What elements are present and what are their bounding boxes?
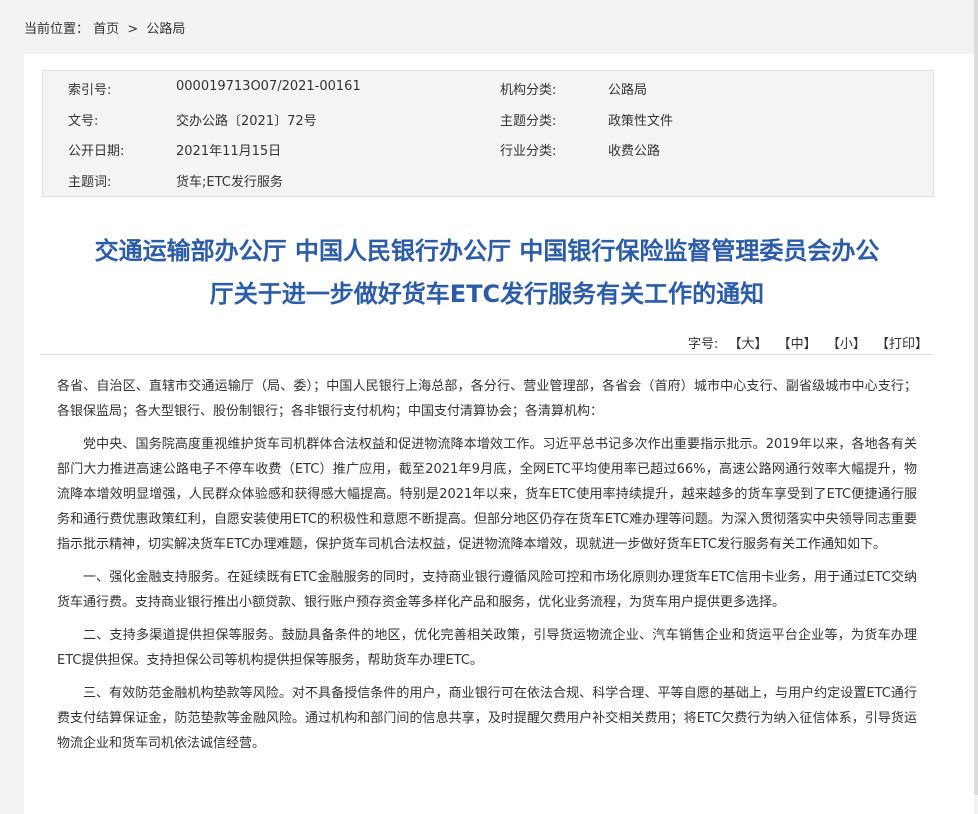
- industry-label: 行业分类:: [500, 144, 557, 159]
- industry-value: 收费公路: [608, 144, 661, 159]
- index-value: 000019713O07/2021-00161: [176, 79, 361, 94]
- document-panel: 索引号: 000019713O07/2021-00161 机构分类: 公路局 文…: [24, 54, 974, 814]
- document-body: 各省、自治区、直辖市交通运输厅（局、委）；中国人民银行上海总部，各分行、营业管理…: [57, 374, 917, 764]
- publish-date-value: 2021年11月15日: [176, 144, 282, 159]
- publish-date-label: 公开日期:: [68, 144, 125, 159]
- index-label: 索引号:: [68, 83, 112, 98]
- title-line-2: 厅关于进一步做好货车ETC发行服务有关工作的通知: [209, 280, 765, 308]
- metadata-table: 索引号: 000019713O07/2021-00161 机构分类: 公路局 文…: [42, 70, 934, 197]
- intro-paragraph: 党中央、国务院高度重视维护货车司机群体合法权益和促进物流降本增效工作。习近平总书…: [57, 437, 917, 552]
- font-size-label: 字号:: [687, 337, 719, 352]
- breadcrumb-current-link[interactable]: 公路局: [146, 22, 185, 37]
- breadcrumb-home-link[interactable]: 首页: [93, 22, 119, 37]
- section-1-paragraph: 一、强化金融支持服务。在延续既有ETC金融服务的同时，支持商业银行遵循风险可控和…: [57, 570, 917, 610]
- breadcrumb-separator: >: [127, 22, 139, 37]
- font-small-button[interactable]: 【小】: [827, 337, 866, 352]
- doc-no-value: 交办公路〔2021〕72号: [176, 114, 317, 129]
- font-size-controls: 字号: 【大】 【中】 【小】 【打印】: [688, 333, 928, 352]
- divider: [40, 354, 933, 355]
- keyword-label: 主题词:: [68, 175, 112, 190]
- section-3-paragraph: 三、有效防范金融机构垫款等风险。对不具备授信条件的用户，商业银行可在依法合规、科…: [57, 686, 917, 751]
- doc-no-label: 文号:: [68, 114, 99, 129]
- org-value: 公路局: [608, 83, 648, 98]
- title-line-1: 交通运输部办公厅 中国人民银行办公厅 中国银行保险监督管理委员会办公: [94, 237, 880, 265]
- print-button[interactable]: 【打印】: [876, 337, 928, 352]
- page-scrollbar[interactable]: [974, 0, 978, 795]
- org-label: 机构分类:: [500, 83, 557, 98]
- breadcrumb-label: 当前位置：: [24, 22, 90, 37]
- addressee-paragraph: 各省、自治区、直辖市交通运输厅（局、委）；中国人民银行上海总部，各分行、营业管理…: [57, 379, 917, 419]
- font-large-button[interactable]: 【大】: [729, 337, 768, 352]
- keyword-value: 货车;ETC发行服务: [176, 175, 283, 190]
- font-medium-button[interactable]: 【中】: [778, 337, 817, 352]
- breadcrumb: 当前位置： 首页 > 公路局: [24, 18, 185, 37]
- document-title: 交通运输部办公厅 中国人民银行办公厅 中国银行保险监督管理委员会办公 厅关于进一…: [24, 230, 950, 316]
- section-2-paragraph: 二、支持多渠道提供担保等服务。鼓励具备条件的地区，优化完善相关政策，引导货运物流…: [57, 628, 917, 668]
- topic-category-value: 政策性文件: [608, 114, 674, 129]
- topic-category-label: 主题分类:: [500, 114, 557, 129]
